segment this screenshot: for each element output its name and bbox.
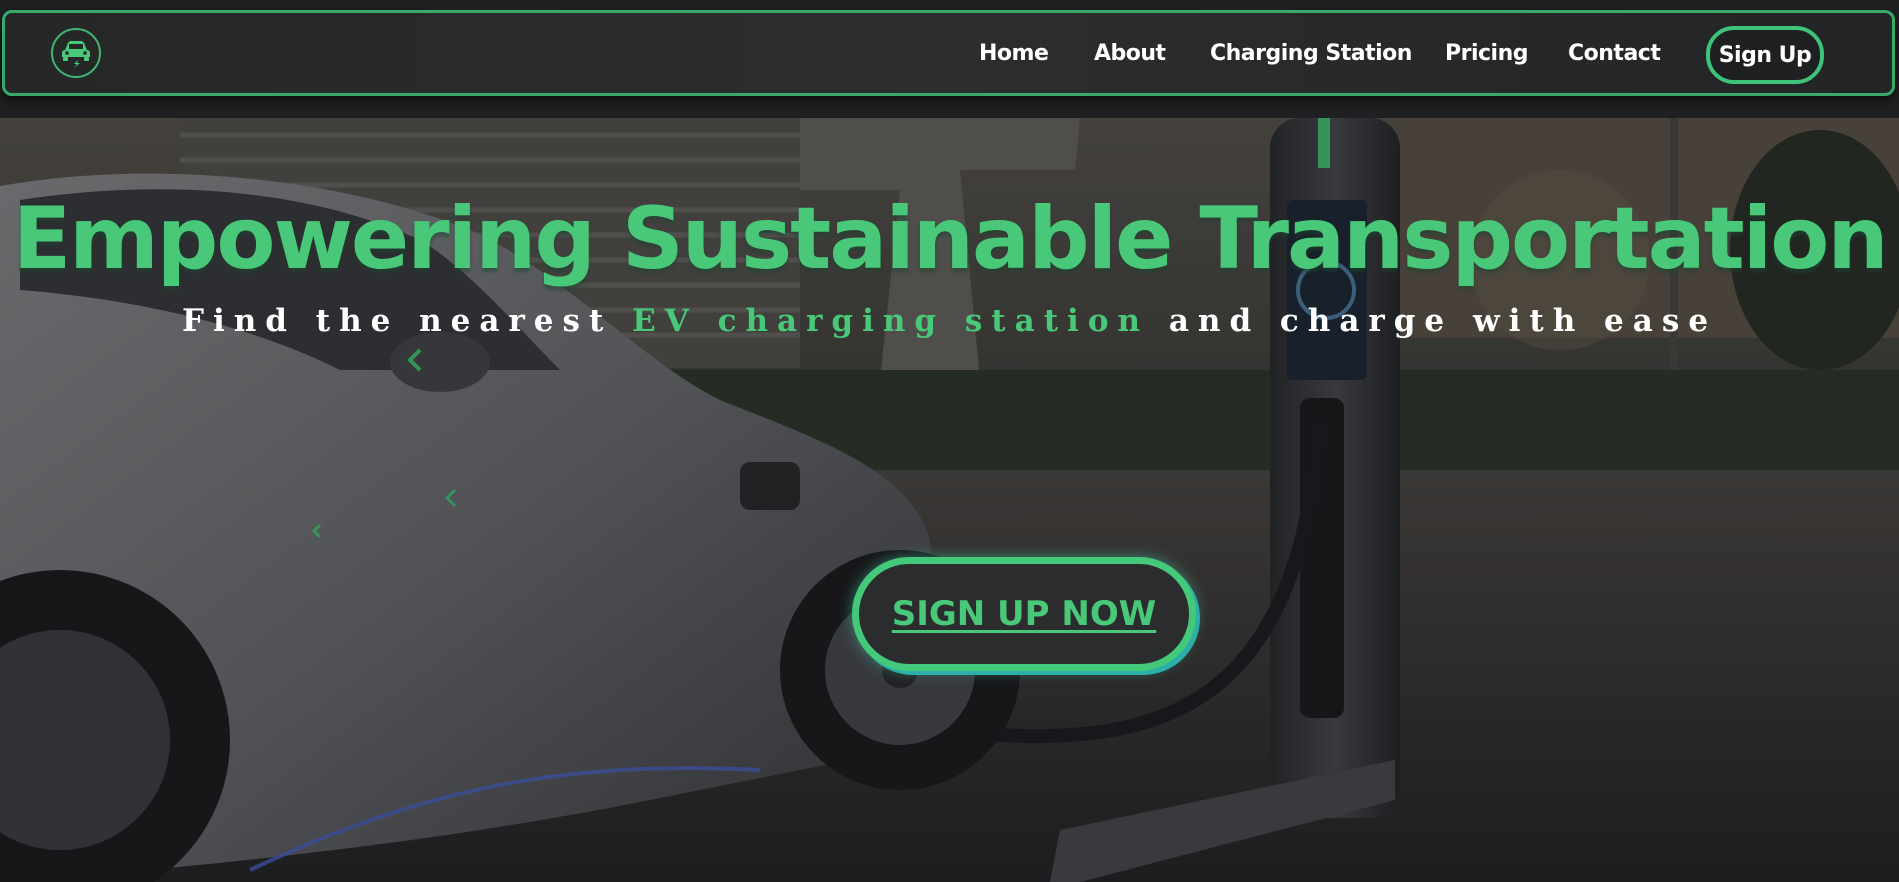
sign-up-now-label: SIGN UP NOW	[891, 594, 1157, 634]
nav-about-link[interactable]: About	[1094, 41, 1166, 66]
page: Home About Charging Station Pricing Cont…	[0, 0, 1899, 882]
nav-pricing-link[interactable]: Pricing	[1445, 41, 1529, 66]
nav-contact-link[interactable]: Contact	[1568, 41, 1661, 66]
hero-subtitle-end: and charge with ease	[1149, 303, 1718, 339]
hero-title: Empowering Sustainable Transportation	[12, 189, 1888, 289]
nav-links: Home About Charging Station Pricing Cont…	[0, 27, 1899, 83]
sign-up-now-button[interactable]: SIGN UP NOW	[852, 557, 1196, 671]
nav-home-link[interactable]: Home	[979, 41, 1049, 66]
sign-up-button[interactable]: Sign Up	[1706, 26, 1824, 84]
hero-overlay	[0, 0, 1899, 882]
hero-background-image	[0, 0, 1899, 882]
hero-subtitle: Find the nearest EV charging station and…	[0, 304, 1899, 338]
nav-charging-station-link[interactable]: Charging Station	[1210, 41, 1412, 66]
hero-subtitle-start: Find the nearest	[181, 303, 633, 339]
hero-subtitle-accent: EV charging station	[632, 303, 1150, 339]
